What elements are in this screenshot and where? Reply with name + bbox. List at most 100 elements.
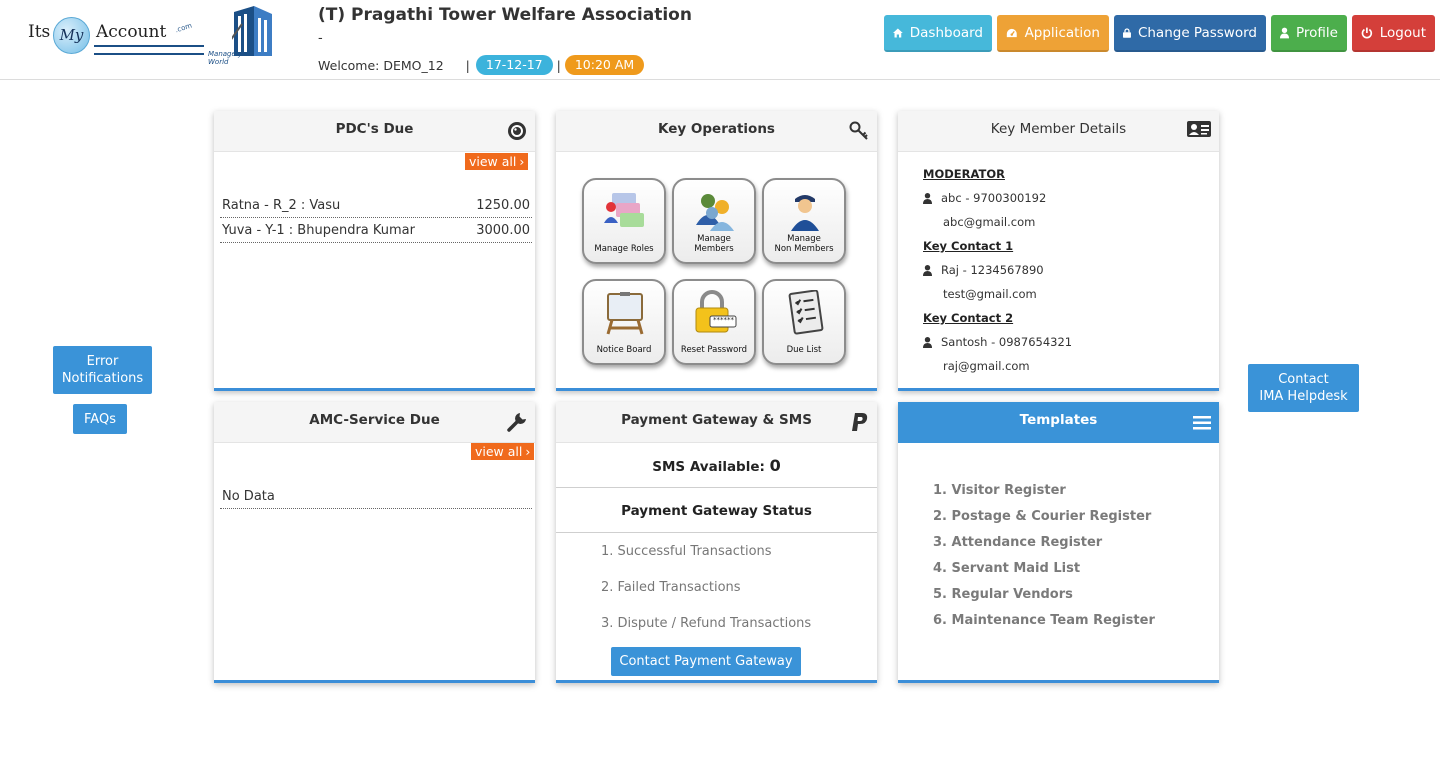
notice-board-tile[interactable]: Notice Board (582, 279, 666, 365)
contact-payment-gateway-button[interactable]: Contact Payment Gateway (611, 647, 801, 676)
template-visitor-register[interactable]: 1. Visitor Register (933, 483, 1066, 498)
amc-service-due-title: AMC-Service Due (309, 412, 440, 428)
template-servant-maid-list[interactable]: 4. Servant Maid List (933, 561, 1080, 576)
payment-gateway-title: Payment Gateway & SMS (621, 412, 812, 428)
due-list-icon (788, 290, 824, 335)
manage-non-members-icon (791, 195, 819, 231)
error-notifications-button[interactable]: Error Notifications (53, 346, 152, 394)
key-contact-1-name: Raj - 1234567890 (941, 263, 1044, 277)
logo-my-badge: My (53, 17, 90, 54)
key-contact-2-contact: Santosh - 0987654321 (923, 335, 1072, 349)
user-icon (923, 336, 932, 348)
application-label: Application (1024, 24, 1100, 41)
power-icon (1361, 27, 1373, 38)
template-regular-vendors[interactable]: 5. Regular Vendors (933, 587, 1073, 602)
list-item[interactable]: 3. Dispute / Refund Transactions (601, 616, 811, 631)
tile-label-line1: Manage (787, 234, 821, 244)
tile-label-line1: Manage Roles (594, 244, 654, 254)
password-mask-text: ****** (713, 316, 734, 324)
table-row: Ratna - R_2 : Vasu 1250.00 (220, 194, 532, 218)
top-nav: Dashboard Application Change Password Pr… (884, 15, 1435, 52)
pdc-view-all-link[interactable]: view all › (465, 153, 529, 170)
key-member-details-header: Key Member Details (898, 111, 1219, 152)
key-contact-2-heading: Key Contact 2 (923, 311, 1014, 325)
template-attendance-register[interactable]: 3. Attendance Register (933, 535, 1102, 550)
payment-gateway-header: Payment Gateway & SMS (556, 402, 877, 443)
chevron-right-icon: › (525, 444, 531, 459)
amc-view-all-link[interactable]: view all › (471, 443, 535, 460)
dashboard-button[interactable]: Dashboard (884, 15, 992, 52)
error-notifications-line2: Notifications (61, 371, 144, 386)
list-item[interactable]: 1. Successful Transactions (601, 544, 772, 559)
welcome-text: Welcome: DEMO_12 (318, 57, 444, 73)
key-contact-2-name: Santosh - 0987654321 (941, 335, 1073, 349)
camera-lens-icon (508, 122, 526, 140)
due-list-tile[interactable]: Due List (762, 279, 846, 365)
key-operations-header: Key Operations (556, 111, 877, 152)
key-icon (849, 121, 868, 140)
tile-label-line2: Non Members (774, 244, 834, 254)
change-password-button[interactable]: Change Password (1114, 15, 1266, 52)
templates-header: Templates (898, 402, 1219, 443)
building-icon (232, 6, 272, 56)
sms-available-label: SMS Available: (652, 459, 770, 475)
amc-empty-text: No Data (222, 489, 275, 504)
application-button[interactable]: Application (997, 15, 1109, 52)
reset-password-tile[interactable]: ****** Reset Password (672, 279, 756, 365)
profile-button[interactable]: Profile (1271, 15, 1347, 52)
itsmyaccount-logo[interactable]: Its My Account .com Manage your World (26, 4, 276, 66)
amc-service-due-header: AMC-Service Due (214, 402, 535, 443)
wrench-icon (507, 413, 526, 432)
reset-password-icon (695, 290, 737, 333)
pdc-row-amount: 3000.00 (476, 223, 530, 238)
tile-label-line1: Reset Password (680, 345, 748, 355)
key-operations-panel: Key Operations Manage Roles Manage Membe… (556, 111, 877, 391)
date-badge: 17-12-17 (475, 55, 553, 75)
sms-available-count: 0 (769, 456, 781, 475)
time-badge: 10:20 AM (564, 55, 645, 75)
logo-underline (94, 45, 204, 55)
due-list-label: Due List (764, 345, 844, 355)
key-operations-title: Key Operations (658, 121, 775, 137)
table-row: Yuva - Y-1 : Bhupendra Kumar 3000.00 (220, 219, 532, 243)
reset-password-label: Reset Password (674, 345, 754, 355)
templates-title: Templates (1019, 412, 1098, 428)
manage-members-tile[interactable]: Manage Members (672, 178, 756, 264)
pdc-row-name: Ratna - R_2 : Vasu (222, 198, 341, 213)
manage-non-members-tile[interactable]: Manage Non Members (762, 178, 846, 264)
contact-helpdesk-button[interactable]: Contact IMA Helpdesk (1248, 364, 1359, 412)
tile-label-line1: Notice Board (596, 345, 652, 355)
template-postage-courier-register[interactable]: 2. Postage & Courier Register (933, 509, 1151, 524)
payment-gateway-panel: Payment Gateway & SMS SMS Available: 0 P… (556, 402, 877, 683)
logout-label: Logout (1379, 24, 1426, 41)
manage-roles-icon (604, 193, 644, 227)
logo-its-text: Its (28, 22, 51, 42)
moderator-heading: MODERATOR (923, 167, 1005, 181)
manage-members-label: Manage Members (674, 234, 754, 254)
manage-roles-tile[interactable]: Manage Roles (582, 178, 666, 264)
tile-label-line1: Due List (786, 345, 822, 355)
separator: | (465, 57, 470, 73)
dashboard-gauge-icon (1006, 28, 1017, 37)
key-contact-2-email: raj@gmail.com (943, 359, 1030, 373)
faqs-label: FAQs (84, 411, 116, 427)
template-maintenance-team-register[interactable]: 6. Maintenance Team Register (933, 613, 1155, 628)
manage-members-icon (696, 194, 734, 231)
pdc-due-title: PDC's Due (335, 121, 414, 137)
moderator-name: abc - 9700300192 (941, 191, 1047, 205)
logo-account-text: Account (96, 22, 167, 42)
manage-non-members-label: Manage Non Members (764, 234, 844, 254)
payment-gateway-status-title: Payment Gateway Status (556, 489, 877, 533)
key-contact-1-email: test@gmail.com (943, 287, 1037, 301)
moderator-email: abc@gmail.com (943, 215, 1036, 229)
list-item[interactable]: 2. Failed Transactions (601, 580, 741, 595)
pdc-view-all-label: view all (469, 154, 517, 169)
logout-button[interactable]: Logout (1352, 15, 1435, 52)
amc-view-all-label: view all (475, 444, 523, 459)
faqs-button[interactable]: FAQs (73, 404, 127, 434)
key-contact-1-heading: Key Contact 1 (923, 239, 1014, 253)
amc-service-due-panel: AMC-Service Due view all › No Data (214, 402, 535, 683)
hamburger-menu-icon[interactable] (1193, 415, 1211, 431)
user-icon (923, 192, 932, 204)
notice-board-icon (606, 292, 644, 335)
